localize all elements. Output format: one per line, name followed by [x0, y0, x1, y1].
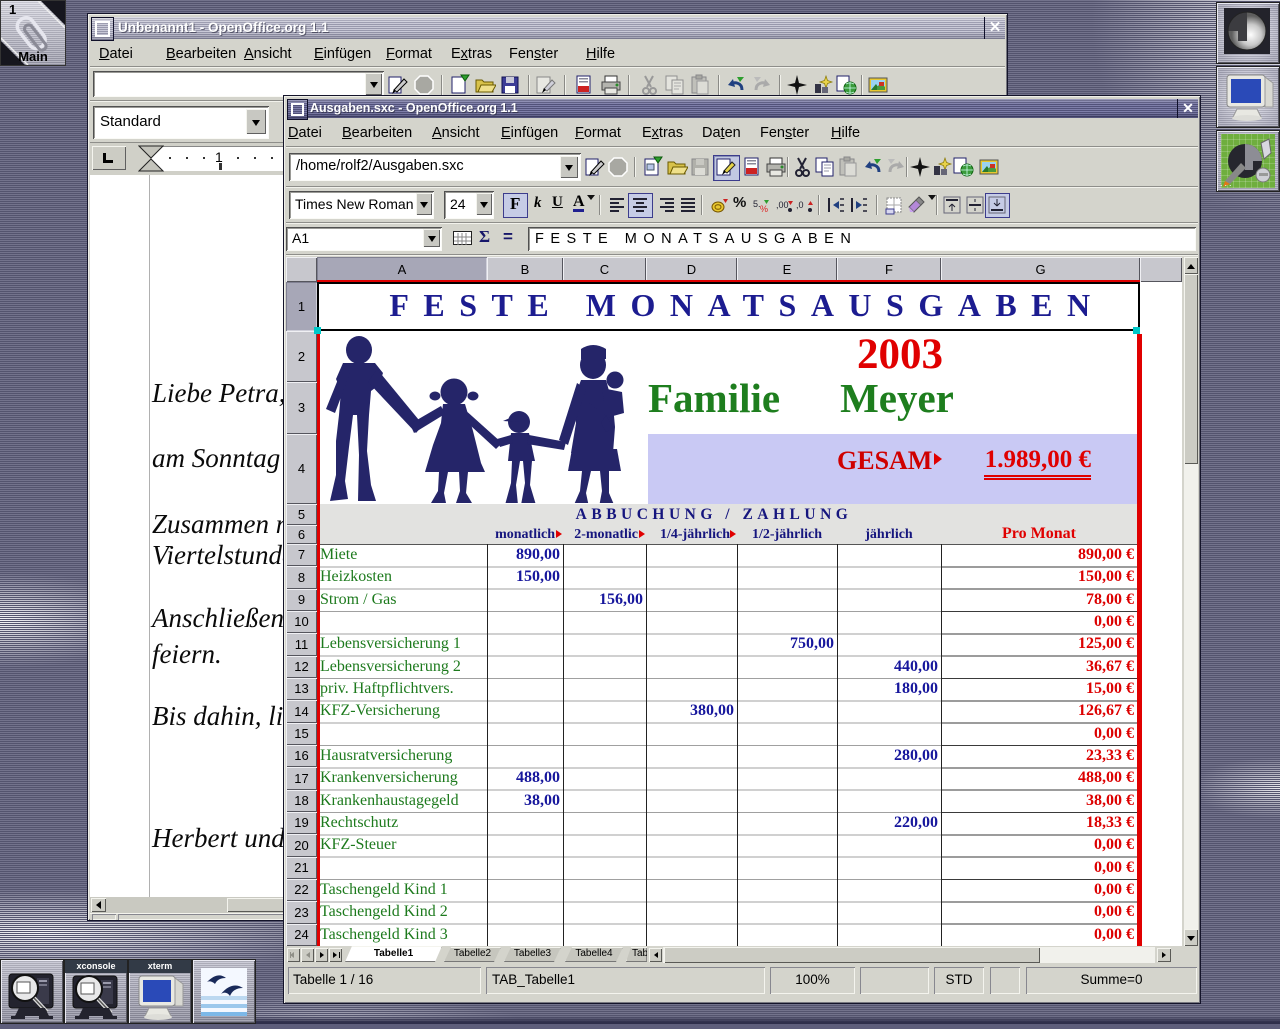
svg-text:%: %	[760, 204, 768, 214]
svg-text:,00: ,00	[776, 200, 789, 210]
svg-text:,0: ,0	[796, 200, 804, 210]
